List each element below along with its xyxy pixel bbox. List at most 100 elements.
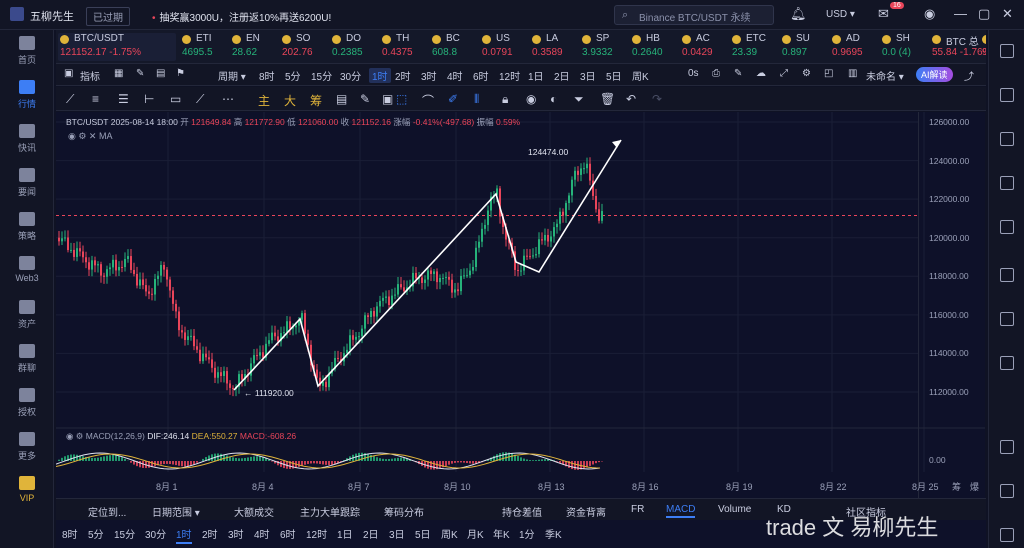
- timeframe-3时[interactable]: 3时: [421, 68, 437, 83]
- trendline-icon[interactable]: ⟋: [66, 92, 74, 107]
- timeframe-8时[interactable]: 8时: [259, 68, 275, 83]
- lock-icon[interactable]: 🔒︎: [502, 92, 508, 107]
- ticker-item[interactable]: ETC 23.39: [730, 33, 776, 61]
- timeframe-季K[interactable]: 季K: [545, 526, 562, 541]
- promo-banner[interactable]: 抽奖赢3000U，注册返10%再送6200U!: [152, 9, 332, 24]
- camera-icon[interactable]: ◰: [824, 68, 833, 79]
- nav-item-4[interactable]: 策略: [0, 212, 54, 242]
- indicator-tab[interactable]: Volume: [718, 504, 751, 515]
- list-icon[interactable]: [1000, 132, 1014, 146]
- timeframe-年K[interactable]: 年K: [493, 526, 510, 541]
- ticker-item[interactable]: US 0.0791: [480, 33, 526, 61]
- magnet-icon[interactable]: ✎: [360, 92, 370, 106]
- measure-icon[interactable]: ⦀: [474, 92, 479, 107]
- timeframe-月K[interactable]: 月K: [467, 526, 484, 541]
- chat-icon[interactable]: [1000, 484, 1014, 498]
- ticker-item[interactable]: LA 0.3589: [530, 33, 576, 61]
- more-tools-icon[interactable]: ⋯: [222, 92, 234, 106]
- timeframe-2日[interactable]: 2日: [363, 526, 379, 541]
- ticker-item[interactable]: BC 608.8: [430, 33, 476, 61]
- indicator-tab[interactable]: 定位到...: [88, 504, 126, 519]
- timeframe-2时[interactable]: 2时: [395, 68, 411, 83]
- timeframe-3日[interactable]: 3日: [580, 68, 596, 83]
- timeframe-15分[interactable]: 15分: [114, 526, 135, 541]
- share-icon[interactable]: ⤴: [964, 68, 974, 83]
- indicator-tab[interactable]: 主力大单跟踪: [300, 504, 360, 519]
- avatar[interactable]: ◉: [924, 6, 935, 22]
- timeframe-3时[interactable]: 3时: [228, 526, 244, 541]
- timeframe-6时[interactable]: 6时: [280, 526, 296, 541]
- timeframe-1分[interactable]: 1分: [519, 526, 535, 541]
- eye-icon[interactable]: ◉ ⚙: [66, 431, 83, 441]
- timeframe-30分[interactable]: 30分: [145, 526, 166, 541]
- horizontal-ray-icon[interactable]: ≡: [92, 92, 99, 106]
- timeframe-8时[interactable]: 8时: [62, 526, 78, 541]
- ai-analysis-button[interactable]: AI解读: [916, 67, 953, 82]
- depth-icon[interactable]: [1000, 220, 1014, 234]
- pen-icon[interactable]: ✐: [448, 92, 458, 106]
- parallel-channel-icon[interactable]: ☰: [118, 92, 129, 106]
- nav-item-1[interactable]: 行情: [0, 80, 54, 110]
- ticker-item[interactable]: HB 0.2640: [630, 33, 676, 61]
- range-icon[interactable]: ▣: [382, 92, 393, 106]
- period-select[interactable]: 周期 ▾: [218, 68, 246, 83]
- ticker-item[interactable]: TH 0.4375: [380, 33, 426, 61]
- timeframe-周K[interactable]: 周K: [632, 68, 649, 83]
- maximize-icon[interactable]: ▢: [978, 6, 990, 22]
- currency-select[interactable]: USD ▾: [826, 9, 855, 20]
- undo-icon[interactable]: ↶: [626, 92, 636, 106]
- nav-item-2[interactable]: 快讯: [0, 124, 54, 154]
- cursor-icon[interactable]: ⬚: [396, 92, 407, 106]
- ruler-icon[interactable]: ⌒: [422, 92, 434, 109]
- price-chart[interactable]: BTC/USDT 2025-08-14 18:00 开 121649.84 高 …: [56, 112, 985, 498]
- grid-icon[interactable]: [1000, 268, 1014, 282]
- ticker-item[interactable]: DO 0.2385: [330, 33, 376, 61]
- ticker-item[interactable]: BTC 总 55.84 -1.76%: [930, 33, 986, 61]
- layout-icon[interactable]: ▥: [848, 68, 857, 79]
- screenshot-icon[interactable]: ⎙: [712, 68, 720, 79]
- close-icon[interactable]: ✕: [1002, 6, 1013, 22]
- timeframe-1时[interactable]: 1时: [369, 68, 391, 83]
- filter-icon[interactable]: ⏷: [574, 92, 584, 107]
- timeframe-5日[interactable]: 5日: [415, 526, 431, 541]
- layout-icon[interactable]: [1000, 44, 1014, 58]
- drawing-icon[interactable]: ✎: [136, 68, 144, 79]
- timeframe-1时[interactable]: 1时: [176, 526, 192, 544]
- settings-icon[interactable]: ⚙: [802, 68, 811, 79]
- timeframe-5日[interactable]: 5日: [606, 68, 622, 83]
- macd-legend[interactable]: ◉ ⚙ MACD(12,26,9) DIF:246.14 DEA:550.27 …: [66, 431, 296, 442]
- fullscreen-icon[interactable]: ⤢: [780, 68, 788, 79]
- unnamed-layout[interactable]: 未命名 ▾: [866, 68, 904, 83]
- timeframe-15分[interactable]: 15分: [311, 68, 332, 83]
- indicator-tab[interactable]: 日期范围 ▾: [152, 504, 200, 519]
- timeframe-5分[interactable]: 5分: [88, 526, 104, 541]
- large-order-tool[interactable]: 大: [284, 92, 296, 109]
- stats-icon[interactable]: ▤: [336, 92, 347, 106]
- timeframe-5分[interactable]: 5分: [285, 68, 301, 83]
- ticker-item[interactable]: SH 0.0 (4): [880, 33, 926, 61]
- redo-icon[interactable]: ↷: [652, 92, 662, 106]
- indicator-tab[interactable]: MACD: [666, 504, 696, 518]
- indicator-tab[interactable]: 资金背离: [566, 504, 606, 519]
- ticker-item[interactable]: ETI 4695.5: [180, 33, 226, 61]
- indicator-tab[interactable]: 筹码分布: [384, 504, 424, 519]
- main-force-tool[interactable]: 主: [258, 92, 270, 109]
- eye-icon[interactable]: ◉ ⚙ ✕: [68, 131, 96, 141]
- timeframe-3日[interactable]: 3日: [389, 526, 405, 541]
- timeframe-12时[interactable]: 12时: [306, 526, 327, 541]
- nav-item-7[interactable]: 群聊: [0, 344, 54, 374]
- ticker-item[interactable]: BTC/USDT 121152.17 -1.75%: [58, 33, 176, 61]
- search-input[interactable]: ⌕ Binance BTC/USDT 永续: [614, 5, 774, 25]
- document-icon[interactable]: [1000, 88, 1014, 102]
- indicator-tab[interactable]: 大额成交: [234, 504, 274, 519]
- timeframe-1日[interactable]: 1日: [528, 68, 544, 83]
- timeframe-30分[interactable]: 30分: [340, 68, 361, 83]
- bookmark-icon[interactable]: [1000, 356, 1014, 370]
- rectangle-icon[interactable]: ▭: [170, 92, 181, 106]
- nav-item-10[interactable]: VIP: [0, 476, 54, 503]
- timeframe-4时[interactable]: 4时: [447, 68, 463, 83]
- nav-item-8[interactable]: 授权: [0, 388, 54, 418]
- trash-icon[interactable]: 🗑︎: [600, 92, 615, 106]
- ticker-item[interactable]: EN 28.62: [230, 33, 276, 61]
- camera-icon[interactable]: ▤: [156, 68, 165, 79]
